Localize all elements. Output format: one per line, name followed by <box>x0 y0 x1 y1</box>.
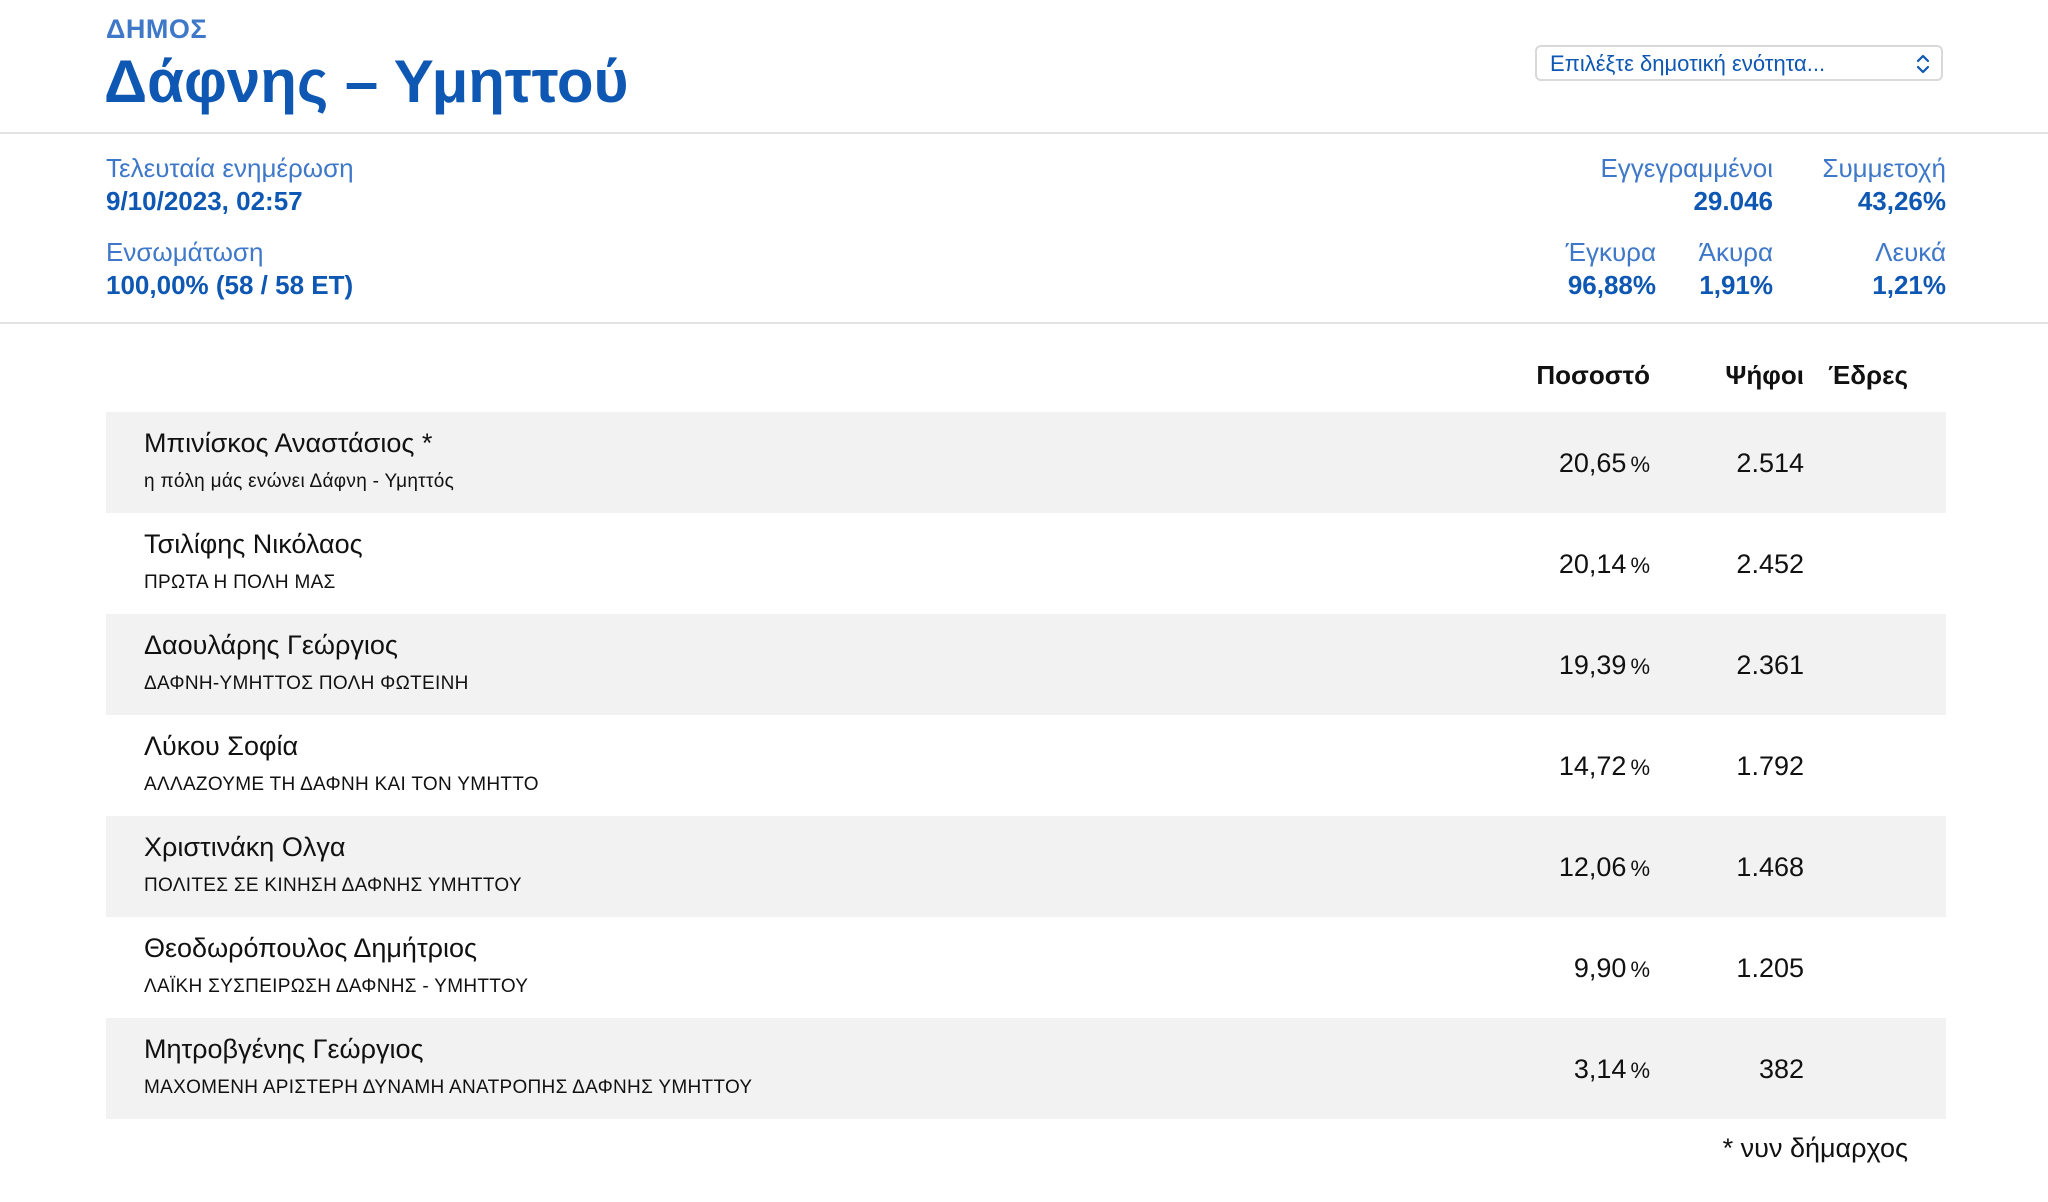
page-title: Δάφνης – Υμηττού <box>104 48 629 115</box>
table-row: Χριστινάκη Ολγα ΠΟΛΙΤΕΣ ΣΕ ΚΙΝΗΣΗ ΔΑΦΝΗΣ… <box>106 816 1946 917</box>
table-row: Λύκου Σοφία ΑΛΛΑΖΟΥΜΕ ΤΗ ΔΑΦΝΗ ΚΑΙ ΤΟΝ Υ… <box>106 715 1946 816</box>
stat-invalid-value: 1,91% <box>1699 270 1773 300</box>
stat-registered-label: Εγγεγραμμένοι <box>1600 153 1773 183</box>
candidate-percent: 3,14% <box>1574 1054 1650 1085</box>
incumbent-footnote: * νυν δήμαρχος <box>1722 1133 1908 1163</box>
stat-valid-value: 96,88% <box>1567 270 1656 300</box>
column-header-votes: Ψήφοι <box>1725 360 1804 390</box>
stat-blank-label: Λευκά <box>1875 237 1946 267</box>
candidate-list: ΠΡΩΤΑ Η ΠΟΛΗ ΜΑΣ <box>144 572 336 593</box>
candidate-percent: 19,39% <box>1559 650 1650 681</box>
stat-invalid: Άκυρα 1,91% <box>1699 236 1773 302</box>
candidate-percent: 9,90% <box>1574 953 1650 984</box>
candidate-list: ΑΛΛΑΖΟΥΜΕ ΤΗ ΔΑΦΝΗ ΚΑΙ ΤΟΝ ΥΜΗΤΤΟ <box>144 774 539 795</box>
results-rows: Μπινίσκος Αναστάσιος * η πόλη μάς ενώνει… <box>106 412 1946 1119</box>
percent-unit: % <box>1630 654 1650 679</box>
candidate-name: Μητροβγένης Γεώργιος <box>144 1034 424 1064</box>
percent-unit: % <box>1630 1058 1650 1083</box>
column-header-percent: Ποσοστό <box>1536 360 1650 390</box>
percent-value: 14,72 <box>1558 751 1627 781</box>
stat-turnout-label: Συμμετοχή <box>1822 153 1946 183</box>
percent-unit: % <box>1630 755 1650 780</box>
percent-value: 9,90 <box>1573 953 1627 983</box>
stat-turnout-value: 43,26% <box>1857 186 1946 216</box>
candidate-percent: 20,65% <box>1559 448 1650 479</box>
stat-valid-label: Έγκυρα <box>1565 237 1656 267</box>
stat-integration-value: 100,00% (58 / 58 ΕΤ) <box>106 270 354 300</box>
candidate-votes: 382 <box>1758 1054 1804 1084</box>
percent-value: 3,14 <box>1573 1054 1627 1084</box>
stat-last-update-label: Τελευταία ενημέρωση <box>106 153 354 183</box>
candidate-name: Μπινίσκος Αναστάσιος * <box>144 428 433 458</box>
candidate-name: Θεοδωρόπουλος Δημήτριος <box>144 933 477 963</box>
stats-panel: Τελευταία ενημέρωση 9/10/2023, 02:57 Ενσ… <box>0 134 2048 324</box>
stat-last-update: Τελευταία ενημέρωση 9/10/2023, 02:57 <box>106 152 354 218</box>
stat-turnout: Συμμετοχή 43,26% <box>1822 152 1946 218</box>
up-down-chevron-icon <box>1916 54 1930 74</box>
stat-integration: Ενσωμάτωση 100,00% (58 / 58 ΕΤ) <box>106 236 353 302</box>
municipality-label: ΔΗΜΟΣ <box>106 14 208 44</box>
stat-invalid-label: Άκυρα <box>1698 237 1773 267</box>
percent-unit: % <box>1630 856 1650 881</box>
candidate-list: ΠΟΛΙΤΕΣ ΣΕ ΚΙΝΗΣΗ ΔΑΦΝΗΣ ΥΜΗΤΤΟΥ <box>144 875 522 896</box>
candidate-list: ΛΑΪΚΗ ΣΥΣΠΕΙΡΩΣΗ ΔΑΦΝΗΣ - ΥΜΗΤΤΟΥ <box>144 976 529 997</box>
candidate-percent: 14,72% <box>1559 751 1650 782</box>
percent-value: 19,39 <box>1558 650 1627 680</box>
candidate-name: Χριστινάκη Ολγα <box>144 832 346 862</box>
table-row: Δαουλάρης Γεώργιος ΔΑΦΝΗ-ΥΜΗΤΤΟΣ ΠΟΛΗ ΦΩ… <box>106 614 1946 715</box>
candidate-name: Λύκου Σοφία <box>144 731 299 761</box>
stat-registered: Εγγεγραμμένοι 29.046 <box>1600 152 1773 218</box>
stat-integration-label: Ενσωμάτωση <box>106 237 264 267</box>
candidate-percent: 12,06% <box>1559 852 1650 883</box>
table-row: Μητροβγένης Γεώργιος ΜΑΧΟΜΕΝΗ ΑΡΙΣΤΕΡΗ Δ… <box>106 1018 1946 1119</box>
percent-value: 12,06 <box>1558 852 1627 882</box>
candidate-votes: 1.792 <box>1736 751 1804 781</box>
municipal-unit-select[interactable]: Επιλέξτε δημοτική ενότητα... <box>1535 45 1943 81</box>
stat-blank-value: 1,21% <box>1872 270 1946 300</box>
percent-value: 20,65 <box>1558 448 1627 478</box>
candidate-votes: 1.468 <box>1736 852 1804 882</box>
candidate-votes: 2.452 <box>1736 549 1804 579</box>
candidate-votes: 2.514 <box>1736 448 1804 478</box>
percent-unit: % <box>1630 957 1650 982</box>
table-row: Τσιλίφης Νικόλαος ΠΡΩΤΑ Η ΠΟΛΗ ΜΑΣ 20,14… <box>106 513 1946 614</box>
stat-blank: Λευκά 1,21% <box>1872 236 1946 302</box>
candidate-votes: 1.205 <box>1736 953 1804 983</box>
municipal-unit-select-placeholder: Επιλέξτε δημοτική ενότητα... <box>1550 51 1826 76</box>
candidate-list: ΜΑΧΟΜΕΝΗ ΑΡΙΣΤΕΡΗ ΔΥΝΑΜΗ ΑΝΑΤΡΟΠΗΣ ΔΑΦΝΗ… <box>144 1077 753 1098</box>
stat-registered-value: 29.046 <box>1693 186 1773 216</box>
stat-last-update-value: 9/10/2023, 02:57 <box>106 186 303 216</box>
stat-valid: Έγκυρα 96,88% <box>1566 236 1656 302</box>
table-row: Θεοδωρόπουλος Δημήτριος ΛΑΪΚΗ ΣΥΣΠΕΙΡΩΣΗ… <box>106 917 1946 1018</box>
candidate-name: Δαουλάρης Γεώργιος <box>144 630 398 660</box>
table-row: Μπινίσκος Αναστάσιος * η πόλη μάς ενώνει… <box>106 412 1946 513</box>
percent-value: 20,14 <box>1558 549 1627 579</box>
percent-unit: % <box>1630 553 1650 578</box>
candidate-name: Τσιλίφης Νικόλαος <box>144 529 363 559</box>
column-header-seats: Έδρες <box>1828 360 1908 390</box>
page-header: ΔΗΜΟΣ Δάφνης – Υμηττού Επιλέξτε δημοτική… <box>0 0 2048 134</box>
percent-unit: % <box>1630 452 1650 477</box>
candidate-percent: 20,14% <box>1559 549 1650 580</box>
candidate-votes: 2.361 <box>1736 650 1804 680</box>
candidate-list: η πόλη μάς ενώνει Δάφνη - Υμηττός <box>144 471 455 492</box>
candidate-list: ΔΑΦΝΗ-ΥΜΗΤΤΟΣ ΠΟΛΗ ΦΩΤΕΙΝΗ <box>144 673 469 694</box>
